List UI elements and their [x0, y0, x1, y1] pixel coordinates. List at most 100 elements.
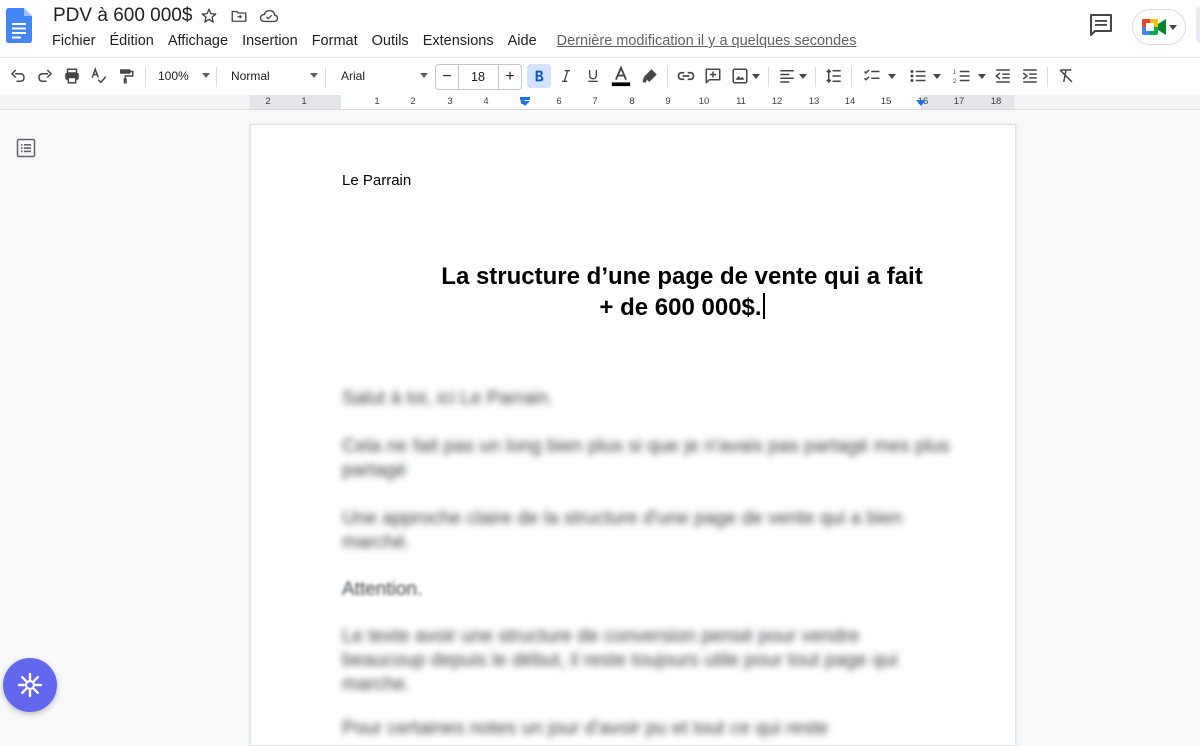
blurred-paragraph: marché.: [342, 532, 411, 553]
blurred-paragraph: marche.: [342, 674, 411, 695]
menu-outils[interactable]: Outils: [365, 31, 416, 51]
print-icon[interactable]: [60, 64, 84, 88]
bold-icon: [535, 70, 544, 82]
text-color-icon[interactable]: [608, 64, 634, 88]
decrease-font-size-button[interactable]: −: [436, 65, 459, 89]
numbered-list-icon[interactable]: 12: [948, 64, 990, 88]
clear-formatting-icon[interactable]: [1054, 64, 1078, 88]
font-family-select[interactable]: Arial: [334, 64, 430, 88]
chevron-down-icon: [978, 73, 986, 79]
menu-aide[interactable]: Aide: [501, 31, 544, 51]
blurred-paragraph: Cela ne fait pas un long bien plus si qu…: [342, 436, 950, 457]
link-icon[interactable]: [674, 64, 698, 88]
right-indent-marker[interactable]: [916, 97, 926, 106]
document-outline-icon[interactable]: [16, 138, 36, 158]
paragraph-style-select[interactable]: Normal: [224, 64, 320, 88]
undo-icon[interactable]: [6, 64, 30, 88]
left-indent-marker[interactable]: [520, 97, 530, 106]
chevron-down-icon: [798, 73, 807, 79]
last-edit-link[interactable]: Dernière modification il y a quelques se…: [557, 31, 857, 51]
font-size-input[interactable]: 18: [459, 65, 497, 89]
heading-line-1: La structure d’une page de vente qui a f…: [441, 263, 923, 290]
document-page[interactable]: Le Parrain La structure d’une page de ve…: [250, 124, 1016, 746]
menu-insertion[interactable]: Insertion: [235, 31, 305, 51]
insert-image-icon[interactable]: [728, 64, 762, 88]
decrease-indent-icon[interactable]: [991, 64, 1015, 88]
blurred-paragraph: Attention.: [342, 579, 423, 600]
ruler-label: 17: [953, 96, 965, 107]
menu-affichage[interactable]: Affichage: [161, 31, 235, 51]
menu-fichier[interactable]: Fichier: [45, 31, 103, 51]
svg-text:2: 2: [953, 79, 957, 85]
ruler-label: 15: [880, 96, 892, 107]
font-size-stepper: − 18 +: [435, 64, 522, 90]
move-folder-icon[interactable]: [228, 5, 250, 27]
sparkle-gear-icon: [17, 672, 43, 698]
ruler-label: 2: [265, 96, 271, 107]
star-icon[interactable]: [198, 5, 220, 27]
comment-history-icon[interactable]: [1088, 12, 1114, 38]
zoom-value: 100%: [158, 69, 189, 83]
blurred-paragraph: beaucoup depuis le début, il reste toujo…: [342, 650, 898, 671]
text-cursor: [762, 293, 765, 319]
chevron-down-icon: [202, 73, 210, 78]
ruler-label: 2: [410, 96, 416, 107]
bulleted-list-icon[interactable]: [904, 64, 944, 88]
increase-font-size-button[interactable]: +: [498, 65, 521, 89]
title-bar: PDV à 600 000$ Fichier Édition Affichage…: [0, 0, 1200, 57]
ruler-label: 7: [592, 96, 598, 107]
chevron-down-icon: [310, 73, 318, 78]
author-line: Le Parrain: [342, 172, 412, 189]
highlight-color-icon[interactable]: [638, 64, 662, 88]
checklist-icon[interactable]: [858, 64, 900, 88]
ruler[interactable]: 2 1 1 2 3 4 5 6 7 8 9 10 11 12 13 14 15 …: [0, 95, 1200, 110]
ruler-label: 14: [844, 96, 856, 107]
document-heading: La structure d’une page de vente qui a f…: [342, 261, 1022, 323]
chevron-down-icon: [420, 73, 428, 78]
spellcheck-icon[interactable]: [87, 64, 111, 88]
title-actions: [198, 5, 280, 27]
ruler-label: 9: [665, 96, 671, 107]
toolbar-divider: [815, 67, 816, 87]
meet-button[interactable]: [1132, 9, 1186, 45]
chevron-down-icon: [751, 73, 760, 79]
toolbar-divider: [667, 67, 668, 87]
assistant-fab-button[interactable]: [3, 658, 57, 712]
chevron-down-icon: [1169, 24, 1177, 30]
menu-edition[interactable]: Édition: [103, 31, 161, 51]
redo-icon[interactable]: [33, 64, 57, 88]
menu-bar: Fichier Édition Affichage Insertion Form…: [45, 31, 857, 51]
italic-icon[interactable]: [554, 64, 578, 88]
menu-format[interactable]: Format: [305, 31, 365, 51]
google-meet-icon: [1142, 19, 1166, 35]
document-title[interactable]: PDV à 600 000$: [53, 5, 192, 27]
line-spacing-icon[interactable]: [822, 64, 846, 88]
toolbar-divider: [216, 67, 217, 87]
ruler-label: 10: [698, 96, 710, 107]
zoom-select[interactable]: 100%: [152, 64, 212, 88]
cloud-saved-icon[interactable]: [258, 5, 280, 27]
underline-icon[interactable]: [581, 64, 605, 88]
ruler-left-margin: [250, 95, 341, 109]
ruler-label: 1: [374, 96, 380, 107]
toolbar-divider: [768, 67, 769, 87]
ruler-label: 8: [629, 96, 635, 107]
blurred-paragraph: partagé: [342, 460, 407, 481]
font-family-value: Arial: [341, 69, 366, 83]
menu-extensions[interactable]: Extensions: [416, 31, 501, 51]
blurred-paragraph: Le texte avoir une structure de conversi…: [342, 626, 860, 647]
add-comment-icon[interactable]: [701, 64, 725, 88]
google-docs-logo-icon[interactable]: [6, 8, 32, 43]
ruler-label: 13: [808, 96, 820, 107]
ruler-label: 12: [771, 96, 783, 107]
paint-format-icon[interactable]: [114, 64, 138, 88]
align-left-icon[interactable]: [775, 64, 809, 88]
bold-button[interactable]: [527, 64, 551, 88]
ruler-label: 11: [736, 96, 746, 107]
chevron-down-icon: [932, 73, 941, 79]
ruler-label: 6: [556, 96, 562, 107]
increase-indent-icon[interactable]: [1018, 64, 1042, 88]
paragraph-style-value: Normal: [231, 69, 270, 83]
toolbar-divider: [851, 67, 852, 87]
ruler-label: 18: [990, 96, 1002, 107]
